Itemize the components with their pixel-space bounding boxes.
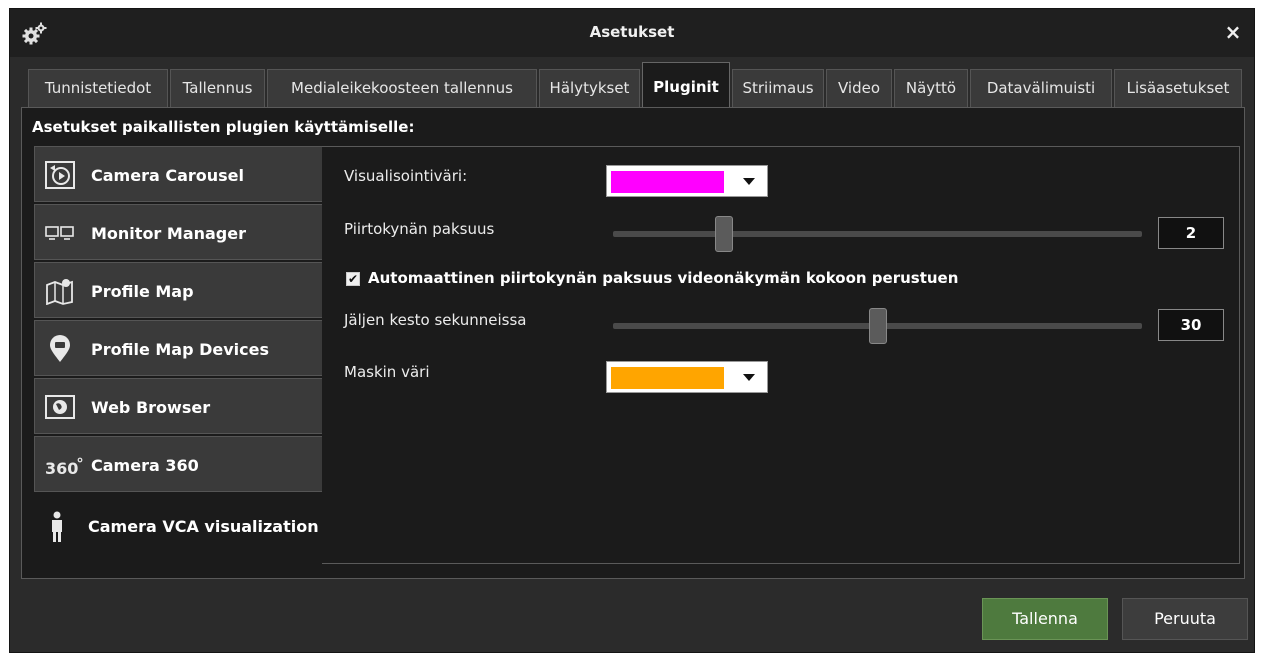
tab-lisaasetukset[interactable]: Lisäasetukset bbox=[1114, 69, 1242, 107]
slider-thumb[interactable] bbox=[869, 308, 887, 344]
settings-dialog: Asetukset × Tunnistetiedot Tallennus Med… bbox=[9, 8, 1255, 653]
pen-width-slider[interactable] bbox=[613, 216, 1142, 252]
tab-tunnistetiedot[interactable]: Tunnistetiedot bbox=[28, 69, 168, 107]
auto-pen-label: Automaattinen piirtokynän paksuus videon… bbox=[368, 269, 959, 287]
plugin-item-monitor-manager[interactable]: Monitor Manager bbox=[34, 204, 324, 260]
tab-video[interactable]: Video bbox=[826, 69, 892, 107]
slider-thumb[interactable] bbox=[715, 216, 733, 252]
save-button[interactable]: Tallenna bbox=[982, 598, 1108, 640]
visualization-color-select[interactable] bbox=[606, 165, 768, 197]
plugin-item-camera-vca-visualization[interactable]: Camera VCA visualization bbox=[32, 494, 324, 556]
plugin-label: Web Browser bbox=[91, 398, 211, 417]
close-icon[interactable]: × bbox=[1220, 19, 1246, 45]
plugin-item-camera-carousel[interactable]: Camera Carousel bbox=[34, 146, 324, 202]
map-pin-icon bbox=[50, 335, 70, 362]
monitors-icon bbox=[45, 226, 74, 240]
svg-text:360: 360 bbox=[45, 459, 78, 478]
map-icon bbox=[46, 279, 73, 305]
plugin-label: Camera 360 bbox=[91, 456, 199, 475]
dialog-title: Asetukset bbox=[589, 23, 675, 41]
plugin-item-profile-map[interactable]: Profile Map bbox=[34, 262, 324, 318]
panel-heading: Asetukset paikallisten plugien käyttämis… bbox=[32, 118, 415, 136]
360-icon: 360 bbox=[45, 457, 83, 478]
auto-pen-checkbox[interactable]: ✔ bbox=[346, 272, 360, 286]
plugin-label: Profile Map Devices bbox=[91, 340, 270, 359]
plugin-label: Profile Map bbox=[91, 282, 194, 301]
pen-width-value[interactable]: 2 bbox=[1158, 217, 1224, 249]
trail-duration-slider[interactable] bbox=[613, 308, 1142, 344]
plugin-label: Camera VCA visualization bbox=[88, 517, 319, 536]
plugin-label: Camera Carousel bbox=[91, 166, 244, 185]
carousel-icon bbox=[45, 161, 75, 189]
tab-halytykset[interactable]: Hälytykset bbox=[539, 69, 640, 107]
title-bar: Asetukset × bbox=[10, 9, 1254, 57]
plugin-item-profile-map-devices[interactable]: Profile Map Devices bbox=[34, 320, 324, 376]
globe-icon bbox=[45, 395, 75, 419]
mask-color-select[interactable] bbox=[606, 361, 768, 393]
tab-medialeikekoosteen-tallennus[interactable]: Medialeikekoosteen tallennus bbox=[267, 69, 537, 107]
tab-naytto[interactable]: Näyttö bbox=[894, 69, 968, 107]
tab-pluginit[interactable]: Pluginit bbox=[642, 62, 730, 108]
plugin-label: Monitor Manager bbox=[91, 224, 246, 243]
plugin-settings: Visualisointiväri: Piirtokynän paksuus 2… bbox=[322, 146, 1240, 564]
trail-duration-label: Jäljen kesto sekunneissa bbox=[344, 311, 527, 329]
person-icon bbox=[52, 511, 62, 542]
tab-striimaus[interactable]: Striimaus bbox=[732, 69, 824, 107]
plugin-item-web-browser[interactable]: Web Browser bbox=[34, 378, 324, 434]
tab-datavalimuisti[interactable]: Datavälimuisti bbox=[970, 69, 1112, 107]
mask-color-label: Maskin väri bbox=[344, 363, 430, 381]
pen-width-label: Piirtokynän paksuus bbox=[344, 220, 495, 238]
cancel-button[interactable]: Peruuta bbox=[1122, 598, 1248, 640]
color-swatch bbox=[611, 171, 724, 193]
trail-duration-value[interactable]: 30 bbox=[1158, 309, 1224, 341]
chevron-down-icon bbox=[743, 178, 755, 185]
visualization-color-label: Visualisointiväri: bbox=[344, 167, 468, 185]
tab-tallennus[interactable]: Tallennus bbox=[170, 69, 265, 107]
plugin-item-camera-360[interactable]: 360 Camera 360 bbox=[34, 436, 324, 492]
plugins-panel: Asetukset paikallisten plugien käyttämis… bbox=[21, 107, 1245, 579]
chevron-down-icon bbox=[743, 374, 755, 381]
color-swatch bbox=[611, 367, 724, 389]
